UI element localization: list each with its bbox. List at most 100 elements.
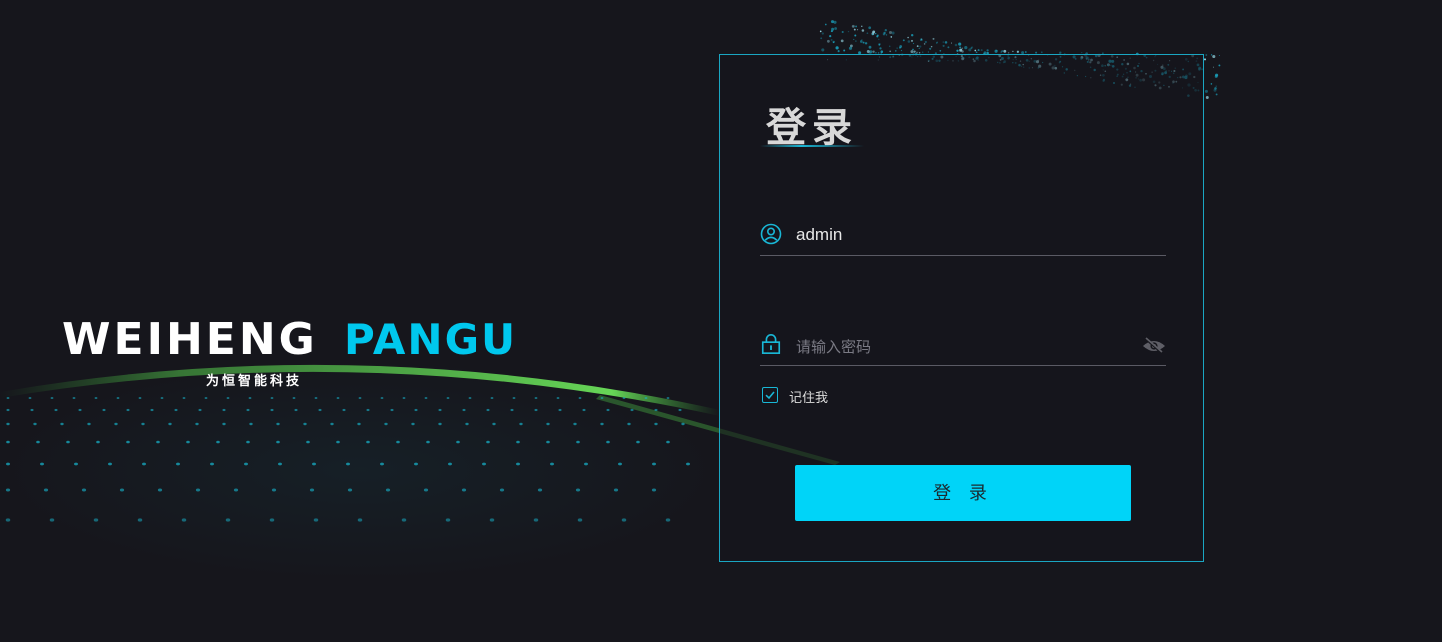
particle: [896, 47, 898, 49]
particle: [878, 44, 881, 46]
floor-dot: [6, 462, 10, 466]
floor-dot: [402, 397, 406, 399]
particle: [919, 38, 923, 42]
floor-dot: [294, 408, 298, 412]
particle: [883, 33, 885, 36]
particle: [820, 37, 823, 40]
particle: [924, 40, 927, 44]
particle: [1016, 50, 1020, 53]
floor-dot: [174, 408, 178, 412]
particle: [862, 41, 865, 44]
floor-dot: [126, 440, 130, 444]
floor-dot: [269, 518, 275, 522]
login-page: WEIHENG PANGU 为恒智能科技 登录 admin 请输入密码 记住我 …: [0, 0, 1442, 642]
user-circle-icon: [760, 223, 782, 245]
particle: [826, 39, 830, 43]
particle: [866, 50, 870, 53]
floor-dot: [137, 518, 143, 522]
particle: [959, 46, 961, 49]
floor-dot: [550, 462, 554, 466]
floor-dot: [681, 422, 685, 426]
floor-dot: [195, 488, 201, 492]
floor-dot: [411, 422, 415, 426]
floor-dot: [465, 422, 469, 426]
particle: [861, 25, 863, 27]
floor-dot: [303, 422, 307, 426]
floor-dot: [78, 408, 82, 412]
floor-dot: [43, 488, 49, 492]
particle: [950, 42, 953, 44]
floor-dot: [401, 518, 407, 522]
particle: [954, 43, 958, 47]
floor-dot: [654, 422, 658, 426]
floor-dot: [558, 408, 562, 412]
particle: [885, 34, 888, 36]
floor-dot: [546, 422, 550, 426]
floor-dot: [678, 408, 682, 412]
particle: [986, 49, 989, 52]
floor-dot: [578, 397, 582, 399]
eye-off-icon[interactable]: [1142, 337, 1166, 355]
floor-dot: [366, 408, 370, 412]
floor-dot: [384, 422, 388, 426]
floor-dot: [141, 422, 145, 426]
particle: [958, 42, 962, 46]
particle: [1215, 85, 1217, 87]
floor-dot: [94, 397, 98, 399]
floor-dot: [216, 440, 220, 444]
floor-dot: [600, 422, 604, 426]
password-input[interactable]: 请输入密码: [796, 336, 871, 357]
floor-dot: [533, 518, 539, 522]
floor-dot: [342, 408, 346, 412]
floor-dot: [438, 408, 442, 412]
password-field[interactable]: 请输入密码: [760, 327, 1166, 366]
floor-dot: [246, 408, 250, 412]
checkmark-icon: [765, 391, 775, 400]
particle: [929, 47, 932, 50]
remember-checkbox[interactable]: [762, 387, 778, 403]
particle: [932, 37, 935, 40]
particle: [888, 45, 891, 48]
particle: [1003, 49, 1007, 53]
floor-dot: [5, 488, 11, 492]
particle: [975, 51, 978, 54]
username-input[interactable]: admin: [796, 225, 842, 245]
particle: [942, 41, 944, 43]
particle: [911, 34, 914, 37]
particle: [944, 41, 948, 44]
floor-dot: [644, 397, 648, 399]
particle: [869, 50, 873, 54]
particle: [923, 43, 926, 45]
login-button[interactable]: 登 录: [795, 465, 1131, 521]
floor-dot: [456, 440, 460, 444]
floor-dot: [160, 397, 164, 399]
particle: [930, 45, 933, 48]
particle: [913, 50, 916, 53]
floor-dot: [66, 440, 70, 444]
username-field[interactable]: admin: [760, 217, 1166, 256]
floor-dot: [222, 422, 226, 426]
floor-dot: [380, 462, 384, 466]
floor-dot: [126, 408, 130, 412]
floor-dot: [577, 518, 583, 522]
floor-dot: [249, 422, 253, 426]
particle: [878, 38, 880, 41]
floor-dot: [424, 397, 428, 399]
floor-dot: [150, 408, 154, 412]
floor-dot: [445, 518, 451, 522]
floor-dot: [210, 462, 214, 466]
particle: [1081, 52, 1083, 54]
floor-dot: [426, 440, 430, 444]
particle: [868, 26, 872, 30]
floor-dot: [622, 397, 626, 399]
particle: [837, 50, 840, 52]
floor-dot: [462, 408, 466, 412]
floor-dot: [312, 462, 316, 466]
floor-dot: [40, 462, 44, 466]
particle: [902, 39, 905, 42]
floor-dot: [246, 440, 250, 444]
particle: [919, 45, 922, 48]
particle: [942, 44, 945, 47]
particle: [1203, 58, 1207, 61]
floor-dot: [613, 488, 619, 492]
